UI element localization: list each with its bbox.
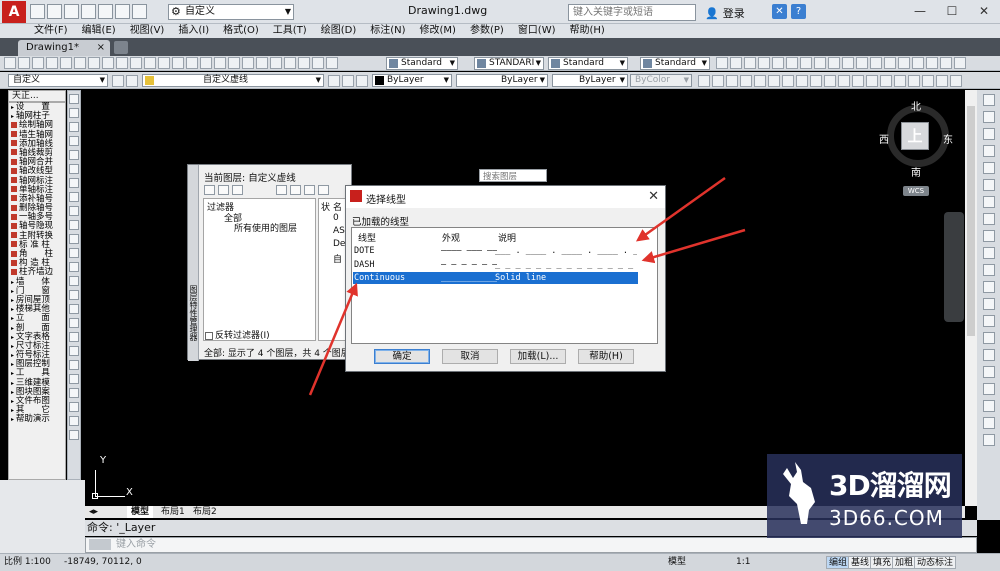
watermark-domain: 3D66.COM (829, 506, 944, 530)
arrow-to-dash (641, 228, 746, 264)
deer-logo-icon (783, 462, 815, 524)
watermark-logo: 3D溜溜网 3D66.COM (767, 454, 962, 538)
arrow-to-continuous (308, 282, 358, 396)
arrow-to-dote (635, 176, 726, 242)
watermark-text: 3D溜溜网 (829, 469, 952, 502)
